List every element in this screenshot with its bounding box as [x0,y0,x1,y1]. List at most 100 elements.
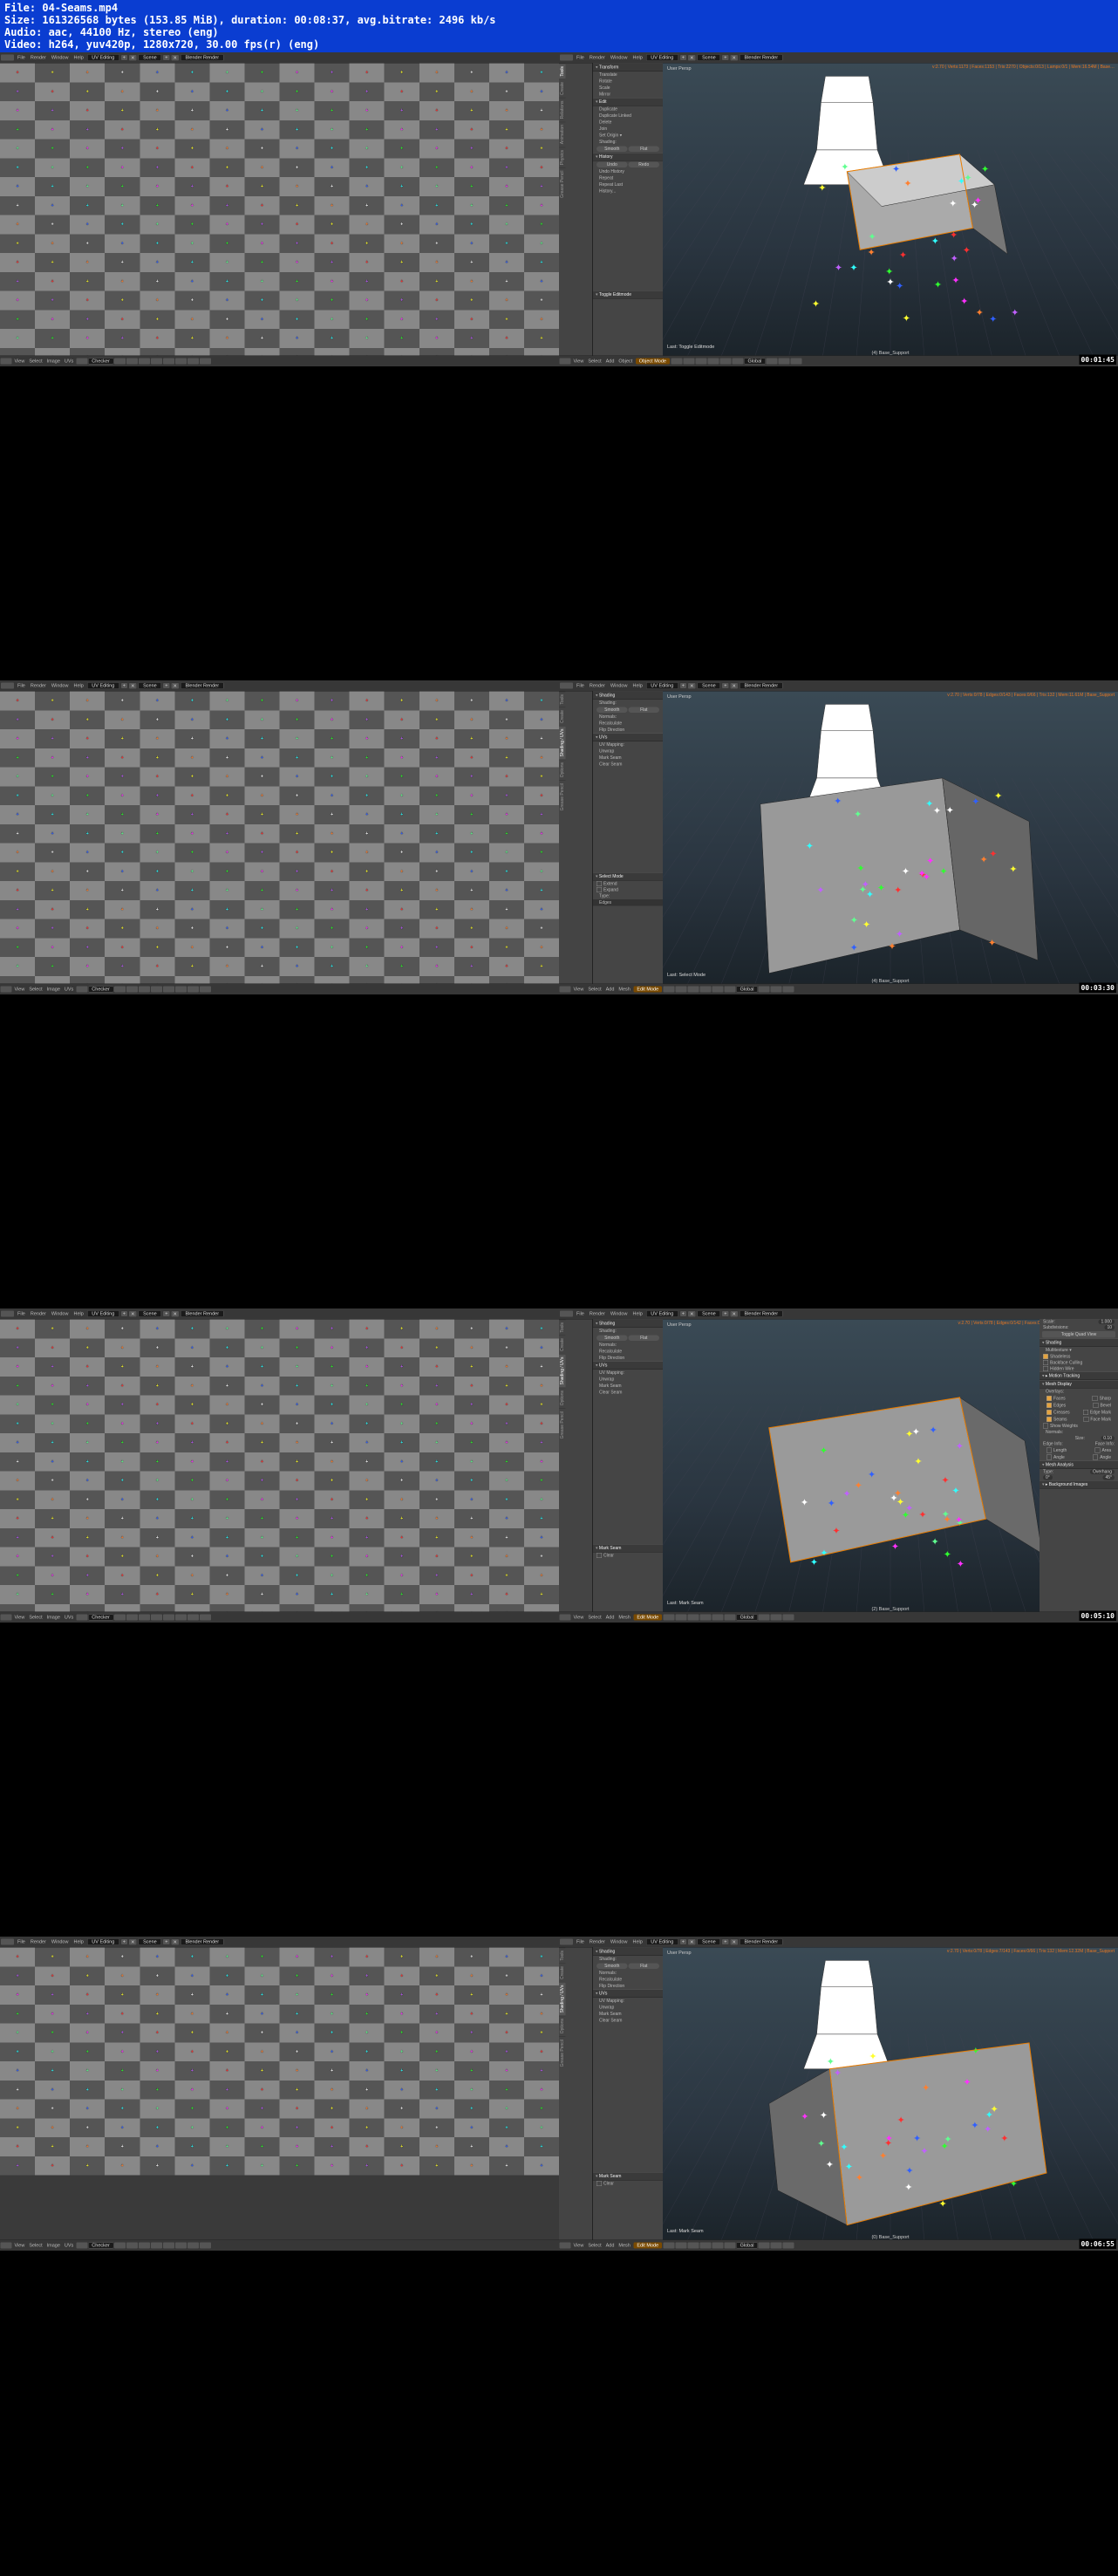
layout-add[interactable]: + [679,1311,686,1317]
panel-meshanalysis[interactable]: Mesh Analysis [1040,1461,1118,1470]
menu-file[interactable]: File [15,683,28,688]
tool-uv-mapping-[interactable]: UV Mapping: [593,741,663,748]
scene-dropdown[interactable]: Scene [698,1938,721,1945]
clear-checkbox[interactable]: Clear [593,1553,663,1559]
tool-clear-seam[interactable]: Clear Seam [593,1390,663,1397]
scene-dropdown[interactable]: Scene [698,1310,721,1317]
menu-help[interactable]: Help [630,1939,644,1944]
editor-type-icon[interactable] [560,359,571,365]
uv-tool-icon[interactable] [200,1615,211,1621]
operator-panel[interactable]: Toggle Editmode [593,290,663,299]
vpmenu-select[interactable]: Select [586,359,603,364]
menu-window[interactable]: Window [608,1939,631,1944]
image-datablock[interactable]: Checker [88,1615,113,1621]
overlay-check[interactable]: Edge Mark [1080,1410,1115,1416]
tab-grease-pencil[interactable]: Grease Pencil [559,780,566,813]
layout-dropdown[interactable]: UV Editing [646,54,678,61]
vpmenu-add[interactable]: Add [603,987,617,992]
scene-add[interactable]: + [163,1939,170,1945]
layout-del[interactable]: ✕ [128,1310,137,1317]
vpmenu-add[interactable]: Add [603,2243,617,2248]
vp-tool-icon[interactable] [759,987,770,993]
tab-relations[interactable]: Relations [559,98,566,121]
editor-type-icon[interactable] [560,987,571,993]
menu-render[interactable]: Render [28,683,49,688]
vp-tool-icon[interactable] [759,1615,770,1621]
3d-viewport[interactable]: ✦✦✦✦✦✦✦✦✦✦✦✦✦✦✦✦✦✦✦✦✦✦✦✦✦✦✦✦✦✦User Persp… [663,1948,1118,2251]
editor-type-icon[interactable] [1,359,12,365]
vp-tool-icon[interactable] [676,987,687,993]
menu-window[interactable]: Window [608,1311,631,1316]
tab-tools[interactable]: Tools [559,1948,566,1964]
blender-icon[interactable] [560,55,573,61]
uv-tool-icon[interactable] [187,1615,199,1621]
vp-tool-icon[interactable] [712,987,724,993]
undo-button[interactable]: Undo [596,162,628,168]
vp-tool-icon[interactable] [771,1615,782,1621]
vp-tool-icon[interactable] [771,2243,782,2249]
tool-mark-seam[interactable]: Mark Seam [593,755,663,762]
vpmenu-view[interactable]: View [571,2243,586,2248]
image-datablock[interactable]: Checker [88,359,113,365]
info-check[interactable]: Area [1091,1447,1115,1453]
scene-add[interactable]: + [163,683,170,689]
panel-motion[interactable]: ▸ Motion Tracking [1040,1372,1118,1381]
menu-file[interactable]: File [15,1311,28,1316]
menu-help[interactable]: Help [71,55,85,60]
scale-value[interactable]: 1.000 [1098,1320,1115,1325]
uv-tool-icon[interactable] [139,1615,150,1621]
vpmenu-add[interactable]: Add [603,359,617,364]
tool-normals-[interactable]: Normals: [593,1342,663,1349]
vp-tool-icon[interactable] [783,987,794,993]
uv-tool-icon[interactable] [175,1615,187,1621]
menu-render[interactable]: Render [28,1939,49,1944]
tool-clear-seam[interactable]: Clear Seam [593,762,663,769]
info-check[interactable]: Angle [1043,1454,1068,1460]
panel-header[interactable]: Shading [593,1320,663,1329]
analysis-type[interactable]: Overhang [1090,1470,1115,1475]
tab-shading-uvs[interactable]: Shading / UVs [559,726,566,759]
scene-add[interactable]: + [722,683,729,689]
tab-options[interactable]: Options [559,760,566,781]
uvmenu-uvs[interactable]: UVs [62,987,75,992]
scene-del[interactable]: ✕ [730,682,739,689]
vp-tool-icon[interactable] [700,2243,712,2249]
overlay-check[interactable]: Bevel [1089,1403,1115,1409]
panel-header[interactable]: History [593,153,663,161]
tab-options[interactable]: Options [559,1388,566,1409]
subdiv-value[interactable]: 10 [1104,1325,1115,1330]
orientation-dropdown[interactable]: Global [736,2243,758,2249]
tool-flip-direction[interactable]: Flip Direction [593,1983,663,1990]
layout-dropdown[interactable]: UV Editing [87,54,119,61]
vp-tool-icon[interactable] [719,359,731,365]
scene-del[interactable]: ✕ [171,1310,180,1317]
tool-delete[interactable]: Delete [593,120,663,126]
menu-file[interactable]: File [574,1311,587,1316]
blender-icon[interactable] [1,55,14,61]
editor-type-icon[interactable] [560,1615,571,1621]
blender-icon[interactable] [1,683,14,689]
shading-smooth[interactable]: Smooth [596,1336,628,1342]
tab-options[interactable]: Options [559,2016,566,2037]
editor-type-icon[interactable] [1,987,12,993]
editor-type-icon[interactable] [1,2243,12,2249]
uv-tool-icon[interactable] [187,987,199,993]
vpmenu-mesh[interactable]: Mesh [617,987,632,992]
layout-dropdown[interactable]: UV Editing [646,1310,678,1317]
menu-help[interactable]: Help [71,1311,85,1316]
uvmenu-select[interactable]: Select [27,359,44,364]
overlay-check[interactable]: Creases [1043,1410,1074,1416]
engine-dropdown[interactable]: Blender Render [740,682,783,689]
editor-type-icon[interactable] [1,1615,12,1621]
uv-tool-icon[interactable] [151,2243,162,2249]
layout-add[interactable]: + [120,55,127,61]
orientation-dropdown[interactable]: Global [736,1615,758,1621]
shading-flat[interactable]: Flat [629,1336,660,1342]
uv-tool-icon[interactable] [200,2243,211,2249]
vp-tool-icon[interactable] [732,359,743,365]
vp-tool-icon[interactable] [676,2243,687,2249]
uvmenu-select[interactable]: Select [27,1615,44,1620]
mode-dropdown[interactable]: Edit Mode [633,987,662,993]
tool-recalculate[interactable]: Recalculate [593,1977,663,1984]
engine-dropdown[interactable]: Blender Render [740,1938,783,1945]
